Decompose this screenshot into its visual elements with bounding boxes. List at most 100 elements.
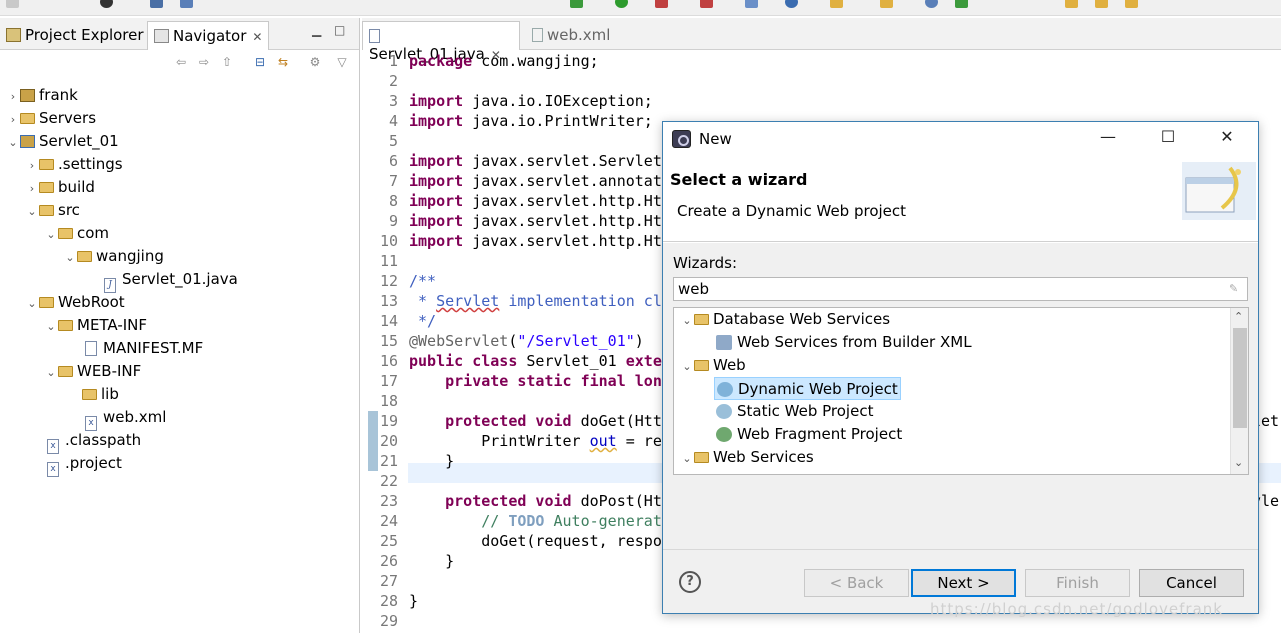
toolbar-icon[interactable] xyxy=(830,0,843,8)
chevron-down-icon[interactable]: ⌄ xyxy=(680,355,694,378)
tree-item[interactable]: ⌄ com xyxy=(44,222,109,245)
wizard-item-selected[interactable]: Dynamic Web Project xyxy=(714,377,901,400)
wizard-item[interactable]: Web Fragment Project xyxy=(716,423,902,446)
toolbar-icon[interactable] xyxy=(1125,0,1138,8)
toolbar-icon[interactable] xyxy=(1095,0,1108,8)
chevron-down-icon[interactable]: ⌄ xyxy=(44,361,58,384)
line-number: 1 xyxy=(388,52,398,70)
toolbar-icon[interactable] xyxy=(180,0,193,8)
wizard-category[interactable]: ⌄ Web xyxy=(680,354,745,378)
toolbar-icon[interactable] xyxy=(925,0,938,8)
scroll-down-icon[interactable]: ⌄ xyxy=(1234,456,1243,469)
maximize-icon[interactable]: □ xyxy=(334,23,345,37)
minimize-icon[interactable]: — xyxy=(1093,127,1123,146)
tree-item[interactable]: MANIFEST.MF xyxy=(85,337,203,360)
tree-item[interactable]: › frank xyxy=(6,84,78,107)
folder-icon xyxy=(58,366,73,377)
tree-item[interactable]: ⌄ src xyxy=(25,199,80,222)
line-number: 4 xyxy=(388,112,398,130)
tree-item-label: Servlet_01.java xyxy=(122,270,238,288)
tree-item[interactable]: › build xyxy=(25,176,95,199)
line-number: 17 xyxy=(379,372,398,390)
wizard-category[interactable]: ⌄ Database Web Services xyxy=(680,308,890,331)
chevron-down-icon[interactable]: ⌄ xyxy=(680,447,694,470)
chevron-right-icon[interactable]: › xyxy=(25,154,39,177)
tab-servlet-java[interactable]: Servlet_01.java ✕ xyxy=(362,21,520,63)
chevron-right-icon[interactable]: › xyxy=(6,85,20,108)
tree-item[interactable]: J Servlet_01.java xyxy=(104,268,238,293)
close-icon[interactable]: ✕ xyxy=(1212,127,1242,146)
xml-file-icon: x xyxy=(47,462,59,477)
dialog-titlebar[interactable]: New — ☐ ✕ xyxy=(663,122,1258,156)
wizard-tree-scrollbar[interactable]: ⌃ ⌄ xyxy=(1230,308,1248,474)
cancel-button[interactable]: Cancel xyxy=(1139,569,1244,597)
clear-filter-icon[interactable]: ✎ xyxy=(1229,282,1242,295)
chevron-down-icon[interactable]: ⌄ xyxy=(6,131,20,154)
chevron-down-icon[interactable]: ⌄ xyxy=(63,246,77,269)
toolbar-icon[interactable] xyxy=(615,0,628,8)
forward-icon[interactable]: ⇨ xyxy=(197,56,211,69)
toolbar-icon[interactable] xyxy=(700,0,713,8)
back-icon[interactable]: ⇦ xyxy=(174,56,188,69)
code-token: /** xyxy=(409,272,437,290)
finish-button[interactable]: Finish xyxy=(1025,569,1130,597)
wizard-item[interactable]: Static Web Project xyxy=(716,400,873,423)
folder-icon xyxy=(694,314,709,325)
code-token: implementation cl xyxy=(499,292,662,310)
wizard-filter-input[interactable] xyxy=(673,277,1248,301)
line-number: 7 xyxy=(388,172,398,190)
tree-item[interactable]: ⌄ META-INF xyxy=(44,314,147,337)
tab-project-explorer[interactable]: Project Explorer xyxy=(0,21,146,50)
tree-item-label: web.xml xyxy=(103,408,167,426)
chevron-right-icon[interactable]: › xyxy=(6,108,20,131)
toolbar-icon[interactable] xyxy=(150,0,163,8)
collapse-all-icon[interactable]: ⊟ xyxy=(253,56,267,69)
tree-item[interactable]: x .project xyxy=(47,452,122,477)
tree-item[interactable]: › Servers xyxy=(6,107,96,130)
toolbar-icon[interactable] xyxy=(955,0,968,8)
toolbar-icon[interactable] xyxy=(6,0,19,8)
tree-item[interactable]: ⌄ Servlet_01 xyxy=(6,130,118,154)
back-button[interactable]: < Back xyxy=(804,569,909,597)
wizard-category[interactable]: ⌄ Web Services xyxy=(680,446,813,470)
help-icon[interactable]: ? xyxy=(679,571,701,593)
toolbar-icon[interactable] xyxy=(785,0,798,8)
chevron-down-icon[interactable]: ▽ xyxy=(335,56,349,69)
tab-navigator[interactable]: Navigator ✕ xyxy=(147,21,269,50)
chevron-down-icon[interactable]: ⌄ xyxy=(44,315,58,338)
toolbar-icon[interactable] xyxy=(1065,0,1078,8)
view-menu-icon[interactable]: ⚙ xyxy=(308,56,322,69)
chevron-right-icon[interactable]: › xyxy=(25,177,39,200)
chevron-down-icon[interactable]: ⌄ xyxy=(25,292,39,315)
close-icon[interactable]: ✕ xyxy=(252,30,262,44)
tree-item[interactable]: ⌄ wangjing xyxy=(63,245,163,269)
tree-item[interactable]: › .settings xyxy=(25,153,123,176)
toolbar-icon[interactable] xyxy=(100,0,113,8)
toolbar-icon[interactable] xyxy=(655,0,668,8)
tree-item[interactable]: lib xyxy=(82,383,119,406)
scroll-thumb[interactable] xyxy=(1233,328,1247,428)
minimize-icon[interactable]: ▁ xyxy=(312,23,321,37)
tree-item[interactable]: ⌄ WEB-INF xyxy=(44,360,141,383)
toolbar-icon[interactable] xyxy=(570,0,583,8)
wizard-item[interactable]: Web Services from Builder XML xyxy=(716,331,972,354)
toolbar-icon[interactable] xyxy=(880,0,893,8)
chevron-down-icon[interactable]: ⌄ xyxy=(680,309,694,332)
line-number: 6 xyxy=(388,152,398,170)
tab-web-xml[interactable]: web.xml xyxy=(528,21,616,50)
toolbar-icon[interactable] xyxy=(745,0,758,8)
line-number: 27 xyxy=(379,572,398,590)
tree-item[interactable]: ⌄ WebRoot xyxy=(25,291,124,315)
wizard-tree[interactable]: ⌄ Database Web Services Web Services from… xyxy=(673,307,1249,475)
next-button[interactable]: Next > xyxy=(911,569,1016,597)
chevron-down-icon[interactable]: ⌄ xyxy=(25,200,39,223)
tree-item-label: .project xyxy=(65,454,122,472)
maximize-icon[interactable]: ☐ xyxy=(1153,127,1183,146)
link-editor-icon[interactable]: ⇆ xyxy=(276,56,290,69)
scroll-up-icon[interactable]: ⌃ xyxy=(1234,310,1243,323)
up-icon[interactable]: ⇧ xyxy=(220,56,234,69)
code-token: "/Servlet_01" xyxy=(517,332,635,350)
tree-item[interactable]: x web.xml xyxy=(85,406,167,431)
chevron-down-icon[interactable]: ⌄ xyxy=(44,223,58,246)
tree-item[interactable]: x .classpath xyxy=(47,429,141,454)
